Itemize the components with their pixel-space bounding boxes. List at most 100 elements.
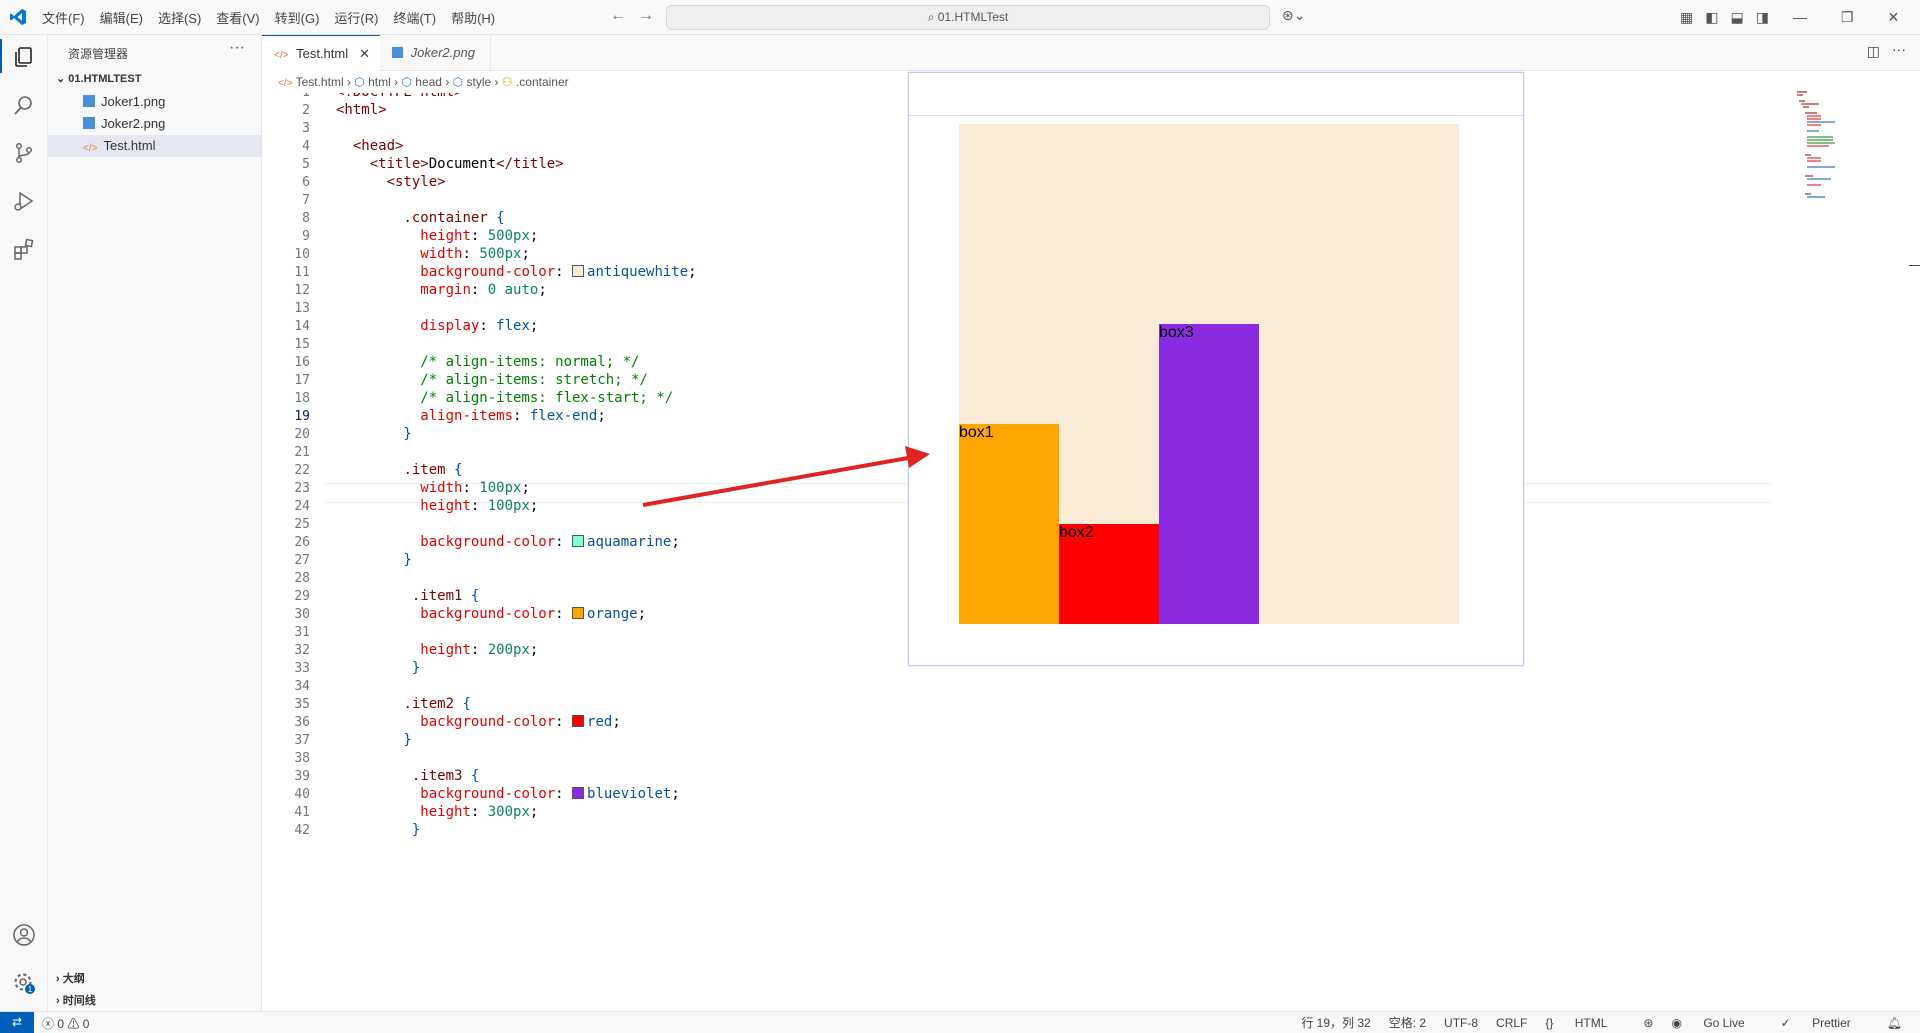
line-number: 12 bbox=[294, 283, 310, 298]
code-line[interactable]: } bbox=[336, 660, 420, 676]
toggle-secondary-sidebar-icon[interactable]: ◨ bbox=[1756, 9, 1769, 26]
go-live-button[interactable]: ◉ Go Live bbox=[1671, 1016, 1762, 1030]
code-line[interactable]: } bbox=[336, 732, 411, 748]
restore-icon[interactable]: ❐ bbox=[1841, 9, 1854, 26]
color-swatch-icon[interactable] bbox=[572, 787, 585, 799]
account-icon[interactable] bbox=[12, 923, 36, 947]
code-line[interactable]: <style> bbox=[336, 174, 446, 190]
code-line[interactable]: height: 300px; bbox=[336, 804, 538, 820]
color-swatch-icon[interactable] bbox=[572, 265, 585, 277]
explorer-icon[interactable] bbox=[12, 45, 36, 69]
workspace-name: 01.HTMLTest bbox=[937, 10, 1009, 24]
close-window-icon[interactable]: ✕ bbox=[1888, 9, 1900, 26]
toggle-panel-icon[interactable]: ⬓ bbox=[1730, 9, 1743, 26]
cursor-position[interactable]: 行 19，列 32 bbox=[1301, 1014, 1370, 1031]
breadcrumb-selector[interactable]: .container bbox=[516, 75, 569, 89]
code-line[interactable]: .item { bbox=[336, 462, 462, 478]
close-tab-icon[interactable]: ✕ bbox=[359, 36, 370, 71]
code-line[interactable]: <head> bbox=[336, 138, 404, 154]
file-item-test-html[interactable]: </> Test.html bbox=[48, 135, 261, 157]
code-line[interactable]: width: 500px; bbox=[336, 246, 530, 262]
encoding[interactable]: UTF-8 bbox=[1444, 1016, 1478, 1030]
code-line[interactable]: <!DOCTYPE html> bbox=[336, 93, 462, 100]
problems-indicator[interactable]: ⓧ 0 ⚠ 0 bbox=[42, 1015, 89, 1032]
menu-selection[interactable]: 选择(S) bbox=[158, 8, 201, 27]
code-line[interactable]: } bbox=[336, 822, 420, 838]
prettier-button[interactable]: ✓ Prettier bbox=[1781, 1016, 1869, 1030]
code-line[interactable]: background-color: antiquewhite; bbox=[336, 264, 696, 280]
end-of-line[interactable]: CRLF bbox=[1496, 1016, 1527, 1030]
color-swatch-icon[interactable] bbox=[572, 607, 585, 619]
customize-layout-icon[interactable]: ▦ bbox=[1680, 9, 1693, 26]
outline-section[interactable]: › 大纲 bbox=[56, 970, 85, 986]
code-line[interactable]: height: 500px; bbox=[336, 228, 538, 244]
manage-gear-icon[interactable]: 1 bbox=[12, 971, 36, 995]
code-line[interactable]: .item1 { bbox=[336, 588, 479, 604]
code-line[interactable]: <html> bbox=[336, 102, 387, 118]
breadcrumb-file[interactable]: Test.html bbox=[296, 75, 344, 89]
menu-help[interactable]: 帮助(H) bbox=[451, 8, 495, 27]
code-line[interactable]: width: 100px; bbox=[336, 480, 530, 496]
indentation[interactable]: 空格: 2 bbox=[1389, 1014, 1426, 1031]
split-editor-icon[interactable]: ◫ bbox=[1867, 43, 1880, 60]
workspace-folder[interactable]: ⌄ 01.HTMLTEST bbox=[56, 72, 141, 85]
code-line[interactable]: } bbox=[336, 426, 411, 442]
code-line[interactable]: .container { bbox=[336, 210, 504, 226]
language-mode[interactable]: {} HTML bbox=[1545, 1016, 1625, 1030]
search-icon[interactable] bbox=[12, 93, 36, 117]
copilot-status-icon[interactable]: ⊛ bbox=[1643, 1016, 1653, 1030]
menu-goto[interactable]: 转到(G) bbox=[275, 8, 320, 27]
back-arrow-icon[interactable]: ← bbox=[610, 7, 626, 25]
forward-arrow-icon[interactable]: → bbox=[638, 7, 654, 25]
menu-edit[interactable]: 编辑(E) bbox=[100, 8, 143, 27]
code-line[interactable]: background-color: aquamarine; bbox=[336, 534, 679, 550]
code-line[interactable]: .item2 { bbox=[336, 696, 470, 712]
code-line[interactable]: /* align-items: normal; */ bbox=[336, 354, 639, 370]
code-line[interactable]: /* align-items: stretch; */ bbox=[336, 372, 648, 388]
line-number: 5 bbox=[302, 157, 310, 172]
minimize-icon[interactable]: — bbox=[1793, 9, 1807, 25]
line-number: 3 bbox=[302, 121, 310, 136]
minimap[interactable] bbox=[1795, 90, 1855, 210]
code-line[interactable]: background-color: red; bbox=[336, 714, 620, 730]
code-line[interactable]: background-color: orange; bbox=[336, 606, 646, 622]
status-bar: ⇄ ⓧ 0 ⚠ 0 行 19，列 32 空格: 2 UTF-8 CRLF {} … bbox=[0, 1011, 1920, 1033]
code-line[interactable]: height: 100px; bbox=[336, 498, 538, 514]
code-line[interactable]: align-items: flex-end; bbox=[336, 408, 605, 424]
breadcrumb-html[interactable]: html bbox=[368, 75, 391, 89]
run-debug-icon[interactable] bbox=[12, 189, 36, 213]
code-line[interactable]: <title>Document</title> bbox=[336, 156, 564, 172]
code-line[interactable]: /* align-items: flex-start; */ bbox=[336, 390, 673, 406]
line-number: 14 bbox=[294, 319, 310, 334]
code-line[interactable]: .item3 { bbox=[336, 768, 479, 784]
more-actions-icon[interactable]: ··· bbox=[229, 39, 245, 57]
breadcrumb-head[interactable]: head bbox=[415, 75, 442, 89]
menu-run[interactable]: 运行(R) bbox=[334, 8, 378, 27]
command-center-search[interactable]: ⌕ 01.HTMLTest bbox=[666, 5, 1270, 30]
line-number: 28 bbox=[294, 571, 310, 586]
notifications-bell-icon[interactable]: 🔔︎ bbox=[1887, 1016, 1902, 1030]
code-line[interactable]: } bbox=[336, 552, 411, 568]
menu-terminal[interactable]: 终端(T) bbox=[393, 8, 436, 27]
file-item-joker2[interactable]: Joker2.png bbox=[48, 113, 261, 135]
code-line[interactable]: background-color: blueviolet; bbox=[336, 786, 679, 802]
tab-joker2-png[interactable]: Joker2.png bbox=[380, 35, 491, 70]
code-line[interactable]: margin: 0 auto; bbox=[336, 282, 546, 298]
copilot-icon[interactable]: ⊛⌄ bbox=[1282, 7, 1305, 24]
menu-file[interactable]: 文件(F) bbox=[42, 8, 85, 27]
more-actions-icon[interactable]: ··· bbox=[1892, 41, 1906, 57]
code-line[interactable]: display: flex; bbox=[336, 318, 538, 334]
extensions-icon[interactable] bbox=[12, 237, 36, 261]
breadcrumb-style[interactable]: style bbox=[466, 75, 491, 89]
file-name: Test.html bbox=[103, 138, 156, 153]
color-swatch-icon[interactable] bbox=[572, 535, 585, 547]
code-line[interactable]: height: 200px; bbox=[336, 642, 538, 658]
tab-test-html[interactable]: </> Test.html ✕ bbox=[262, 35, 380, 71]
menu-view[interactable]: 查看(V) bbox=[216, 8, 259, 27]
timeline-section[interactable]: › 时间线 bbox=[56, 992, 96, 1008]
toggle-primary-sidebar-icon[interactable]: ◧ bbox=[1705, 9, 1718, 26]
color-swatch-icon[interactable] bbox=[572, 715, 585, 727]
remote-indicator-icon[interactable]: ⇄ bbox=[0, 1012, 34, 1033]
source-control-icon[interactable] bbox=[12, 141, 36, 165]
file-item-joker1[interactable]: Joker1.png bbox=[48, 91, 261, 113]
